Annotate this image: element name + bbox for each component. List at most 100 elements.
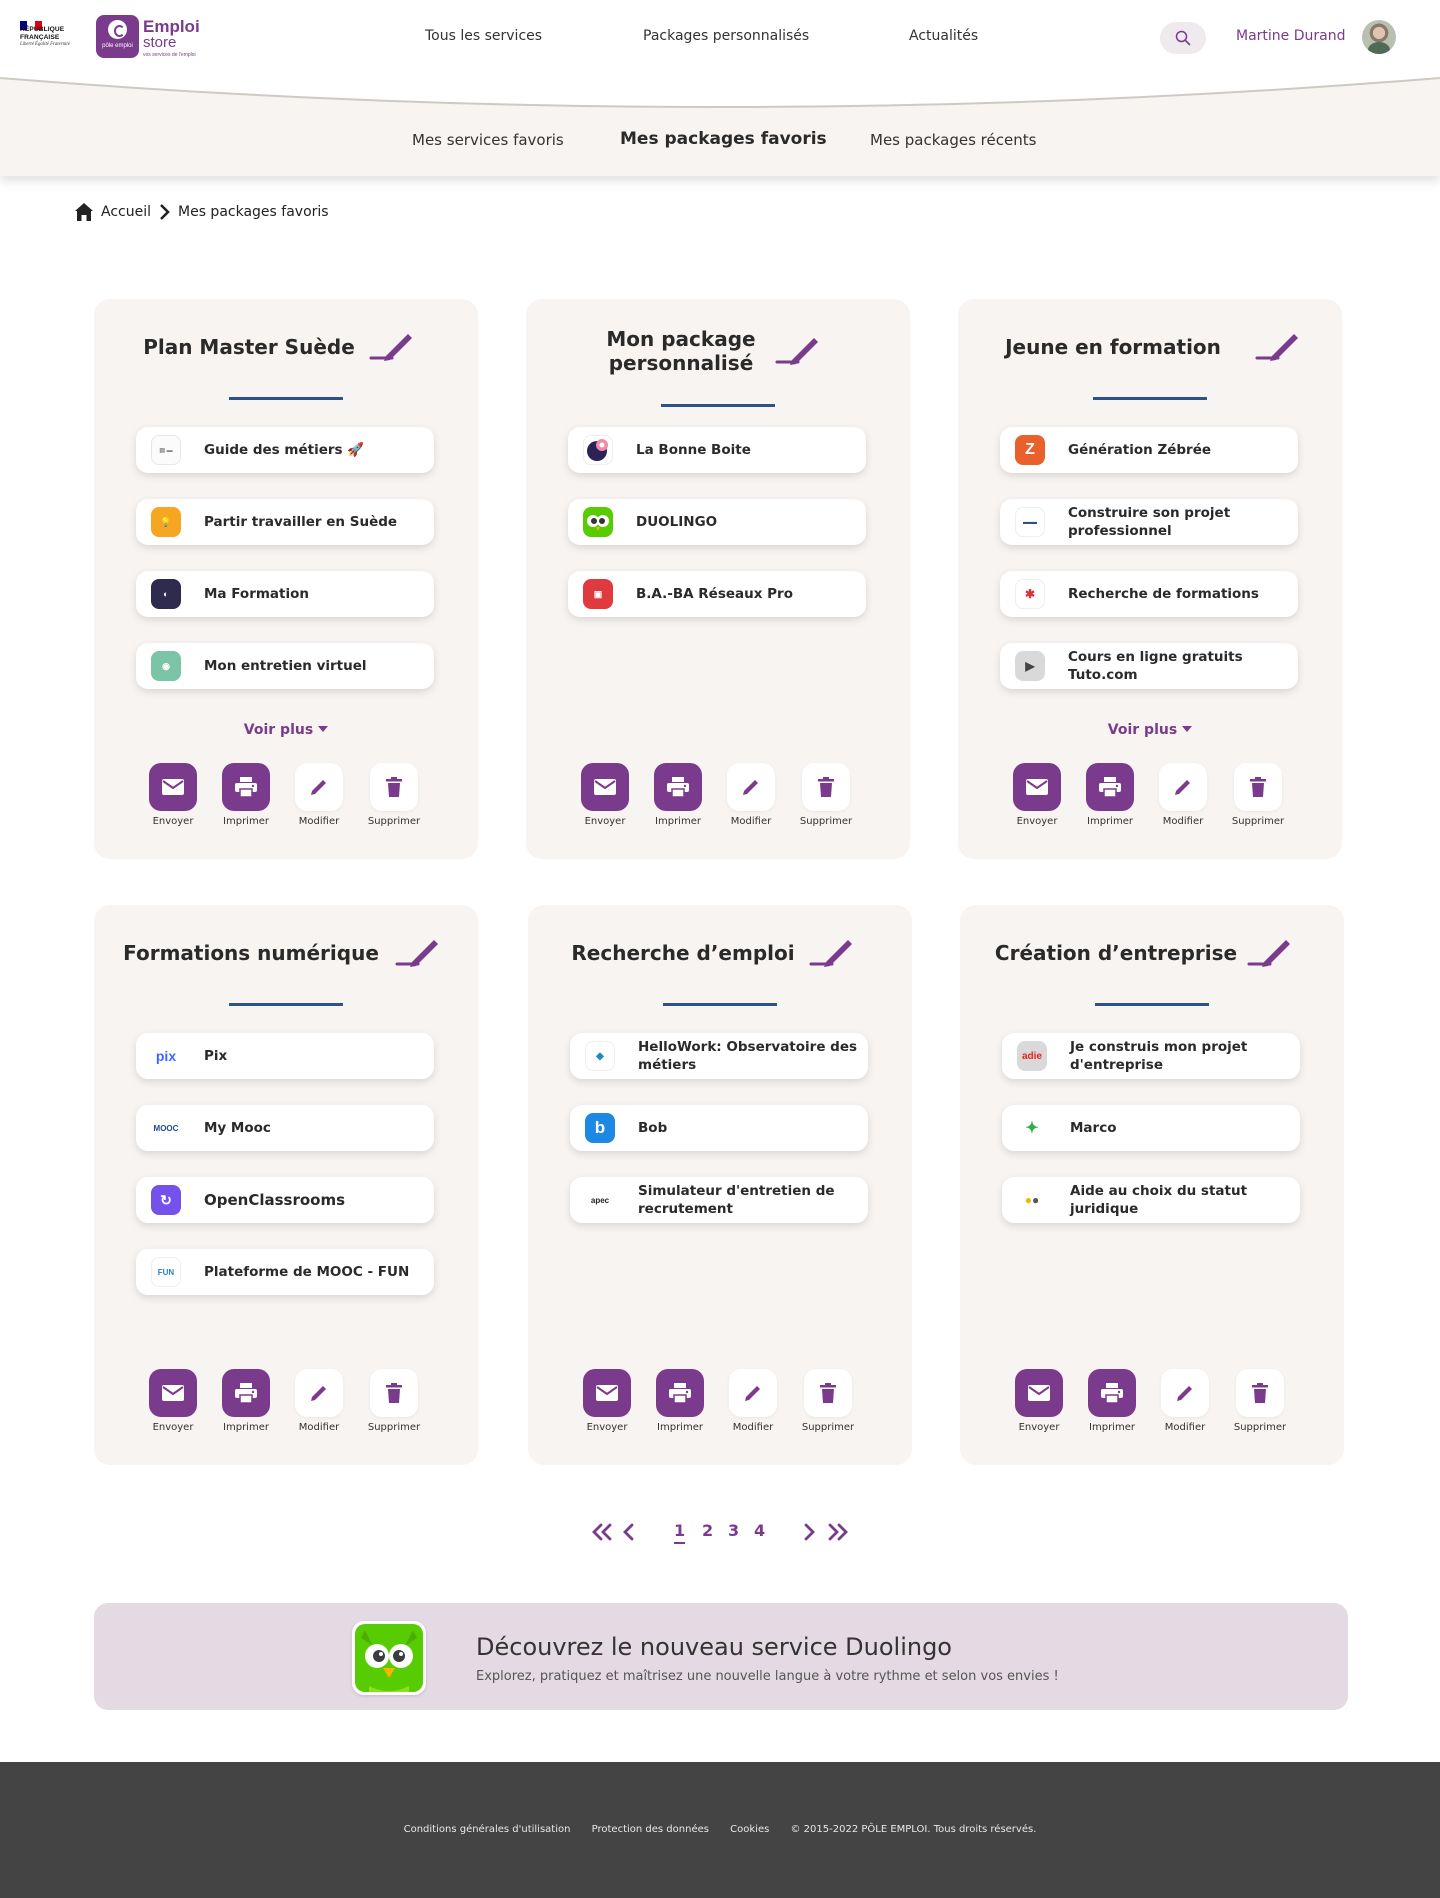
action-label: Supprimer <box>367 816 421 827</box>
page-link-1[interactable]: 1 <box>674 1521 686 1544</box>
footer-link-cookies[interactable]: Cookies <box>730 1824 769 1835</box>
footer-links: Conditions générales d'utilisation Prote… <box>0 1824 1440 1835</box>
emploi-store-logo[interactable]: pôle emploi Emploi store vos services de… <box>96 15 214 61</box>
pencil-icon[interactable] <box>1254 329 1300 361</box>
list-item[interactable]: pix Pix <box>136 1033 434 1079</box>
duolingo-owl-icon <box>352 1621 426 1695</box>
package-title: Création d’entreprise <box>994 941 1238 965</box>
list-item[interactable]: ✦ Marco <box>1002 1105 1300 1151</box>
send-button[interactable]: Envoyer <box>1004 763 1070 827</box>
send-button[interactable]: Envoyer <box>1006 1369 1072 1433</box>
print-button[interactable]: Imprimer <box>645 763 711 827</box>
list-item[interactable]: DUOLINGO <box>568 499 866 545</box>
voir-plus-link[interactable]: Voir plus <box>958 722 1342 738</box>
brand-tagline: vos services de l'emploi <box>143 52 196 58</box>
package-title: Mon package personnalisé <box>606 327 756 375</box>
hellowork-logo-icon: ◆ <box>585 1041 615 1071</box>
breadcrumb-home[interactable]: Accueil <box>101 204 151 220</box>
edit-button[interactable]: Modifier <box>286 763 352 827</box>
list-item[interactable]: ▣ B.A.-BA Réseaux Pro <box>568 571 866 617</box>
last-page-icon[interactable] <box>826 1522 850 1542</box>
edit-button[interactable]: Modifier <box>720 1369 786 1433</box>
list-item[interactable]: ▶ Cours en ligne gratuits Tuto.com <box>1000 643 1298 689</box>
printer-icon <box>1101 1383 1123 1404</box>
action-label: Modifier <box>732 1422 774 1433</box>
list-item[interactable]: b Bob <box>570 1105 868 1151</box>
edit-button[interactable]: Modifier <box>718 763 784 827</box>
send-button[interactable]: Envoyer <box>572 763 638 827</box>
nav-actualites[interactable]: Actualités <box>909 28 978 44</box>
voir-plus-label: Voir plus <box>243 722 314 738</box>
list-item[interactable]: adie Je construis mon projet d'entrepris… <box>1002 1033 1300 1079</box>
search-button[interactable] <box>1160 22 1206 54</box>
list-item[interactable]: Z Génération Zébrée <box>1000 427 1298 473</box>
delete-button[interactable]: Supprimer <box>795 1369 861 1433</box>
send-button[interactable]: Envoyer <box>140 763 206 827</box>
delete-button[interactable]: Supprimer <box>1225 763 1291 827</box>
delete-button[interactable]: Supprimer <box>1227 1369 1293 1433</box>
first-page-icon[interactable] <box>590 1522 614 1542</box>
list-item[interactable]: ◆ HelloWork: Observatoire des métiers <box>570 1033 868 1079</box>
printer-icon <box>667 777 689 798</box>
edit-button[interactable]: Modifier <box>286 1369 352 1433</box>
pencil-icon <box>1175 780 1190 795</box>
nav-packages-personnalises[interactable]: Packages personnalisés <box>643 28 809 44</box>
page-link-2[interactable]: 2 <box>702 1521 713 1540</box>
printer-icon <box>1099 777 1121 798</box>
action-label: Imprimer <box>655 816 701 827</box>
print-button[interactable]: Imprimer <box>213 763 279 827</box>
delete-button[interactable]: Supprimer <box>793 763 859 827</box>
item-label: Pix <box>204 1048 228 1064</box>
pencil-icon[interactable] <box>1246 935 1292 967</box>
print-button[interactable]: Imprimer <box>213 1369 279 1433</box>
pencil-icon[interactable] <box>774 333 820 365</box>
pencil-icon[interactable] <box>808 935 854 967</box>
page-link-4[interactable]: 4 <box>754 1521 765 1540</box>
delete-button[interactable]: Supprimer <box>361 763 427 827</box>
delete-button[interactable]: Supprimer <box>361 1369 427 1433</box>
user-name-link[interactable]: Martine Durand <box>1236 28 1345 44</box>
action-label: Envoyer <box>152 1422 194 1433</box>
edit-button[interactable]: Modifier <box>1150 763 1216 827</box>
list-item[interactable]: ↻ OpenClassrooms <box>136 1177 434 1223</box>
list-item[interactable]: 💡 Partir travailler en Suède <box>136 499 434 545</box>
voir-plus-link[interactable]: Voir plus <box>94 722 478 738</box>
subnav-mes-packages-recents[interactable]: Mes packages récents <box>870 131 1036 149</box>
list-item[interactable]: ◐ Ma Formation <box>136 571 434 617</box>
pencil-icon[interactable] <box>368 329 414 361</box>
rf-logo-line1: RÉPUBLIQUE <box>20 26 65 33</box>
pencil-icon[interactable] <box>394 935 440 967</box>
duolingo-logo-icon <box>583 507 613 537</box>
list-item[interactable]: La Bonne Boite <box>568 427 866 473</box>
edit-button[interactable]: Modifier <box>1152 1369 1218 1433</box>
footer-link-cgu[interactable]: Conditions générales d'utilisation <box>404 1824 571 1835</box>
list-item[interactable]: ▬▬ Construire son projet professionnel <box>1000 499 1298 545</box>
list-item[interactable]: ● ● Aide au choix du statut juridique <box>1002 1177 1300 1223</box>
list-item[interactable]: MOOC My Mooc <box>136 1105 434 1151</box>
item-label: Recherche de formations <box>1068 586 1259 602</box>
promo-banner[interactable]: Découvrez le nouveau service Duolingo Ex… <box>94 1603 1348 1710</box>
avatar[interactable] <box>1362 20 1396 54</box>
site-footer: Conditions générales d'utilisation Prote… <box>0 1762 1440 1898</box>
subnav-mes-services-favoris[interactable]: Mes services favoris <box>412 131 564 149</box>
print-button[interactable]: Imprimer <box>647 1369 713 1433</box>
list-item[interactable]: ◉ Mon entretien virtuel <box>136 643 434 689</box>
print-button[interactable]: Imprimer <box>1079 1369 1145 1433</box>
list-item[interactable]: FUN Plateforme de MOOC - FUN <box>136 1249 434 1295</box>
page-link-3[interactable]: 3 <box>728 1521 739 1540</box>
action-label: Supprimer <box>799 816 853 827</box>
print-button[interactable]: Imprimer <box>1077 763 1143 827</box>
list-item[interactable]: ▤ ▬ Guide des métiers 🚀 <box>136 427 434 473</box>
subnav-mes-packages-favoris[interactable]: Mes packages favoris <box>620 129 827 149</box>
action-label: Supprimer <box>1231 816 1285 827</box>
send-button[interactable]: Envoyer <box>140 1369 206 1433</box>
caret-down-icon <box>318 726 329 732</box>
footer-link-protection-donnees[interactable]: Protection des données <box>592 1824 709 1835</box>
send-button[interactable]: Envoyer <box>574 1369 640 1433</box>
previous-page-icon[interactable] <box>622 1522 636 1542</box>
list-item[interactable]: apec Simulateur d'entretien de recruteme… <box>570 1177 868 1223</box>
next-page-icon[interactable] <box>802 1522 816 1542</box>
nav-tous-les-services[interactable]: Tous les services <box>425 28 542 44</box>
rf-logo-line2: FRANÇAISE <box>20 33 60 41</box>
list-item[interactable]: ✱ Recherche de formations <box>1000 571 1298 617</box>
